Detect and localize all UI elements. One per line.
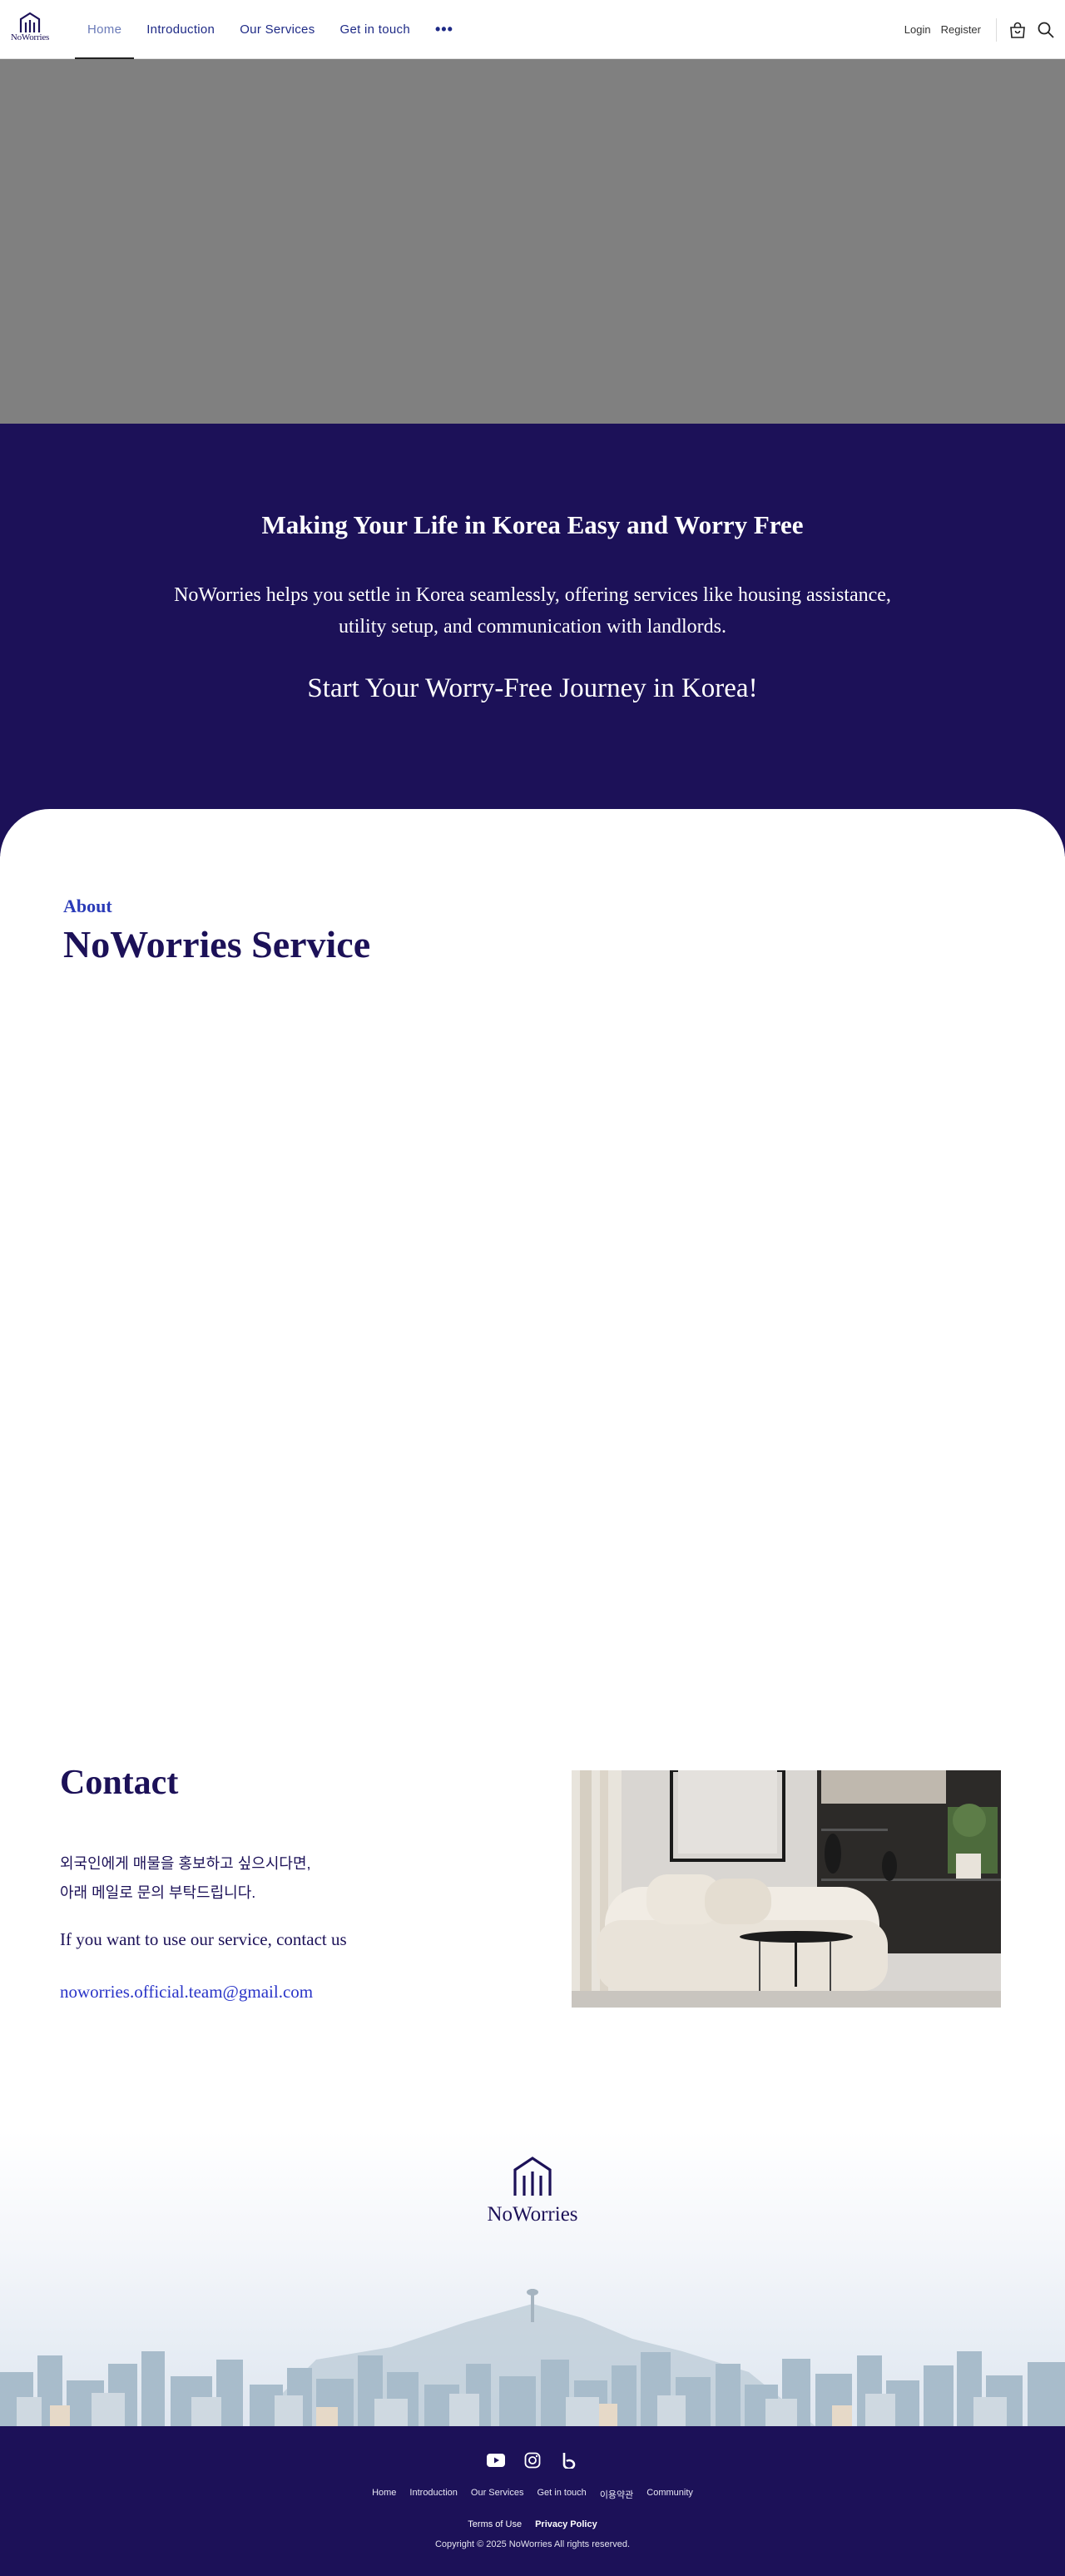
shopping-bag-icon[interactable] [1008,21,1027,39]
instagram-icon[interactable] [523,2451,542,2469]
site-header: NoWorries Home Introduction Our Services… [0,0,1065,60]
social-links [0,2451,1065,2469]
site-logo[interactable]: NoWorries [5,12,55,48]
intro-cta-heading: Start Your Worry-Free Journey in Korea! [307,673,758,703]
logo-text: NoWorries [10,32,50,42]
nav-more-button[interactable]: ••• [423,0,466,59]
intro-title: Making Your Life in Korea Easy and Worry… [261,510,804,539]
footer-link-terms-kr[interactable]: 이용약관 [600,2488,633,2501]
privacy-policy-link[interactable]: Privacy Policy [535,2519,597,2529]
house-logo-icon [513,2157,552,2196]
header-actions: Login Register [904,0,1065,59]
header-divider [996,17,997,42]
footer-link-introduction[interactable]: Introduction [409,2488,457,2501]
contact-sofa-image [572,1770,1001,2008]
terms-of-use-link[interactable]: Terms of Use [468,2519,522,2529]
footer-legal: Terms of Use Privacy Policy [0,2519,1065,2529]
footer-link-our-services[interactable]: Our Services [471,2488,524,2501]
register-link[interactable]: Register [941,23,981,36]
blog-icon[interactable] [560,2451,578,2469]
contact-email-link[interactable]: noworries.official.team@gmail.com [60,1982,313,2003]
about-section: About NoWorries Service [0,809,1065,1683]
about-kicker: About [63,896,112,916]
hero-image [0,59,1065,424]
contact-title: Contact [60,1764,179,1802]
footer-link-get-in-touch[interactable]: Get in touch [537,2488,586,2501]
contact-english-text: If you want to use our service, contact … [60,1929,347,1949]
seoul-skyline-image [0,2289,1065,2426]
nav-our-services[interactable]: Our Services [227,0,327,59]
footer-nav: Home Introduction Our Services Get in to… [0,2488,1065,2501]
house-logo-icon [19,12,41,32]
about-title: NoWorries Service [63,923,371,965]
contact-korean-line-2: 아래 메일로 문의 부탁드립니다. [60,1884,256,1901]
nav-home[interactable]: Home [75,0,135,60]
nav-introduction[interactable]: Introduction [134,0,227,59]
footer-logo: NoWorries [0,2156,1065,2226]
search-icon[interactable] [1037,21,1055,39]
footer-banner: NoWorries [0,2131,1065,2426]
login-link[interactable]: Login [904,23,931,36]
youtube-icon[interactable] [487,2451,505,2469]
footer-logo-text: NoWorries [487,2203,578,2226]
copyright-text: Copyright © 2025 NoWorries All rights re… [434,2539,631,2549]
main-nav: Home Introduction Our Services Get in to… [75,0,466,60]
site-footer: Home Introduction Our Services Get in to… [0,2426,1065,2576]
nav-get-in-touch[interactable]: Get in touch [328,0,423,59]
contact-korean-line-1: 외국인에게 매물을 홍보하고 싶으시다면, [60,1855,311,1872]
contact-korean-text: 외국인에게 매물을 홍보하고 싶으시다면, 아래 메일로 문의 부탁드립니다. [60,1849,311,1908]
intro-section: Making Your Life in Korea Easy and Worry… [0,424,1065,856]
intro-description: NoWorries helps you settle in Korea seam… [174,584,891,638]
footer-link-community[interactable]: Community [646,2488,693,2501]
footer-link-home[interactable]: Home [372,2488,396,2501]
